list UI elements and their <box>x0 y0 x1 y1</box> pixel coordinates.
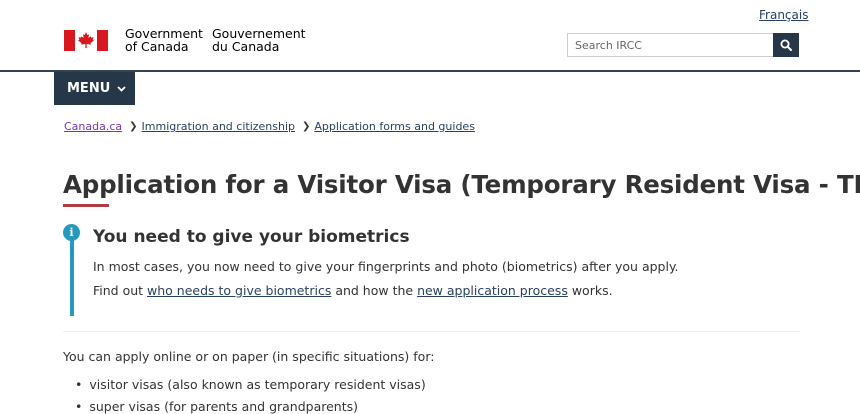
government-signature-en: Government of Canada <box>125 27 203 53</box>
biometrics-alert: i You need to give your biometrics In mo… <box>63 224 800 316</box>
canada-flag-logo[interactable] <box>64 30 108 51</box>
search-icon <box>780 39 792 51</box>
alert-stripe <box>70 236 74 316</box>
search-input[interactable] <box>567 33 773 57</box>
breadcrumb-forms[interactable]: Application forms and guides <box>314 120 475 133</box>
search-button[interactable] <box>773 33 799 57</box>
breadcrumb-immigration[interactable]: Immigration and citizenship <box>142 120 295 133</box>
alert-heading: You need to give your biometrics <box>93 227 410 247</box>
breadcrumb: Canada.ca ❯ Immigration and citizenship … <box>64 120 475 133</box>
signature-en-line2: of Canada <box>125 39 189 54</box>
alert-text-before: Find out <box>93 283 148 298</box>
intro-text: You can apply online or on paper (in spe… <box>63 349 435 364</box>
menu-button[interactable]: MENU <box>54 72 135 105</box>
chevron-right-icon: ❯ <box>129 121 138 132</box>
page-title: Application for a Visitor Visa (Temporar… <box>63 170 860 199</box>
menu-label: MENU <box>67 81 111 96</box>
list-item: visitor visas (also known as temporary r… <box>75 376 425 398</box>
chevron-right-icon: ❯ <box>302 121 311 132</box>
section-divider <box>63 331 800 332</box>
visa-type-list: visitor visas (also known as temporary r… <box>75 376 426 414</box>
title-underline-accent <box>63 204 109 207</box>
alert-text-line2: Find out who needs to give biometrics an… <box>93 283 613 298</box>
signature-fr-line2: du Canada <box>212 39 280 54</box>
maple-leaf-icon <box>78 32 94 48</box>
alert-text-middle: and how the <box>331 283 418 298</box>
new-application-process-link[interactable]: new application process <box>417 283 568 298</box>
list-item: super visas (for parents and grandparent… <box>75 398 426 414</box>
who-needs-biometrics-link[interactable]: who needs to give biometrics <box>147 283 331 298</box>
government-signature-fr: Gouvernement du Canada <box>212 27 306 53</box>
info-icon: i <box>63 224 80 241</box>
chevron-down-icon <box>117 81 126 96</box>
search-bar <box>567 33 799 57</box>
breadcrumb-canada[interactable]: Canada.ca <box>64 120 122 133</box>
alert-text-line1: In most cases, you now need to give your… <box>93 259 679 274</box>
alert-text-after: works. <box>567 283 613 298</box>
language-toggle-link[interactable]: Français <box>759 8 808 22</box>
